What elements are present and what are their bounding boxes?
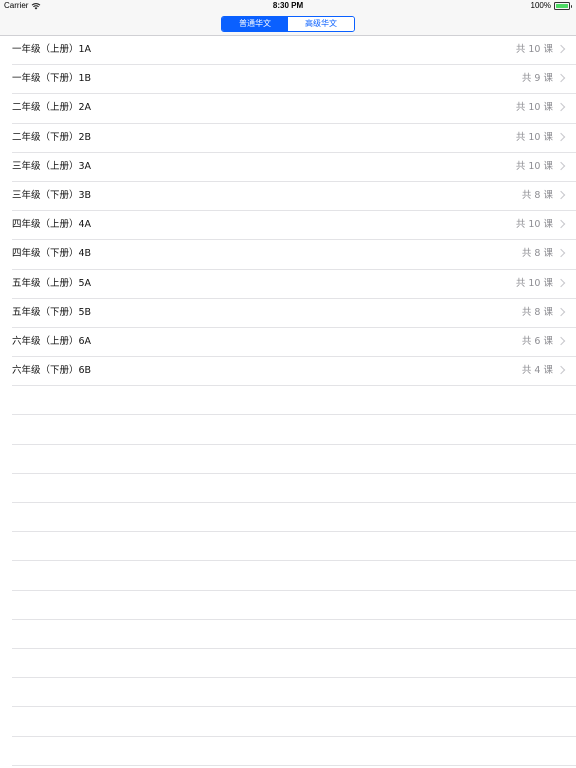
chevron-right-icon xyxy=(556,336,566,346)
lesson-list: 一年级（上册）1A 共 10 课一年级（下册）1B 共 9 课二年级（上册）2A 共 … xyxy=(0,36,576,766)
lesson-count: 共 10 课 xyxy=(515,44,553,55)
lesson-count: 共 10 课 xyxy=(515,102,553,114)
lesson-row[interactable]: 四年级（上册）4A 共 10 课 xyxy=(12,211,576,241)
chevron-right-icon xyxy=(556,132,566,141)
battery-tip xyxy=(570,4,572,8)
empty-row xyxy=(12,707,576,737)
empty-row xyxy=(12,386,576,416)
chevron-right-icon xyxy=(556,103,566,112)
lesson-count: 共 8 课 xyxy=(521,189,553,201)
empty-row xyxy=(12,503,576,533)
lesson-count: 共 8 课 xyxy=(521,248,553,260)
navigation-bar: 普通华文 高级华文 xyxy=(0,12,576,36)
lesson-row[interactable]: 二年级（下册）2B 共 10 课 xyxy=(12,124,576,153)
lesson-title: 二年级（下册）2B xyxy=(12,131,92,143)
empty-row xyxy=(12,561,576,591)
chevron-right-icon xyxy=(556,190,566,200)
lesson-row[interactable]: 三年级（下册）3B 共 8 课 xyxy=(12,182,576,212)
lesson-row[interactable]: 五年级（上册）5A 共 10 课 xyxy=(12,270,576,299)
lesson-title: 六年级（下册）6B xyxy=(12,365,92,377)
chevron-right-icon xyxy=(556,249,566,258)
lesson-count: 共 4 课 xyxy=(521,365,553,377)
chevron-right-icon xyxy=(556,278,566,287)
lesson-title: 五年级（上册）5A xyxy=(12,277,92,289)
lesson-count: 共 10 课 xyxy=(515,131,553,143)
chevron-right-icon xyxy=(556,365,566,375)
lesson-count: 共 9 课 xyxy=(521,73,553,85)
empty-row xyxy=(12,678,576,708)
lesson-title: 三年级（下册）3B xyxy=(12,189,92,201)
lesson-title: 一年级（上册）1A xyxy=(12,44,92,55)
empty-row xyxy=(12,737,576,766)
lesson-count: 共 8 课 xyxy=(521,306,553,318)
chevron-right-icon xyxy=(556,307,566,316)
lesson-count: 共 10 课 xyxy=(515,160,553,172)
empty-row xyxy=(12,445,576,474)
lesson-title: 五年级（下册）5B xyxy=(12,306,92,318)
lesson-row[interactable]: 三年级（上册）3A 共 10 课 xyxy=(12,153,576,182)
lesson-title: 二年级（上册）2A xyxy=(12,102,92,114)
status-time: 8:30 PM xyxy=(272,1,304,10)
lesson-count: 共 6 课 xyxy=(521,335,553,347)
lesson-row[interactable]: 一年级（上册）1A 共 10 课 xyxy=(12,36,576,66)
lesson-title: 六年级（上册）6A xyxy=(12,335,92,347)
segment-advanced-chinese[interactable]: 高级华文 xyxy=(288,17,354,31)
chevron-right-icon xyxy=(556,44,566,54)
empty-row xyxy=(12,415,576,445)
lesson-title: 四年级（下册）4B xyxy=(12,248,92,260)
lesson-row[interactable]: 五年级（下册）5B 共 8 课 xyxy=(12,299,576,328)
status-right: 100% xyxy=(531,0,572,12)
empty-row xyxy=(12,532,576,562)
empty-row xyxy=(12,649,576,679)
lesson-row[interactable]: 四年级（下册）4B 共 8 课 xyxy=(12,240,576,270)
segmented-control: 普通华文 高级华文 xyxy=(221,16,355,32)
chevron-right-icon xyxy=(556,161,566,170)
chevron-right-icon xyxy=(556,219,566,229)
lesson-row[interactable]: 二年级（上册）2A 共 10 课 xyxy=(12,94,576,124)
lesson-row[interactable]: 一年级（下册）1B 共 9 课 xyxy=(12,65,576,95)
status-bar: Carrier 8:30 PM 100% xyxy=(0,0,576,12)
battery-percent: 100% xyxy=(530,1,551,10)
empty-row xyxy=(12,474,576,503)
chevron-right-icon xyxy=(556,73,566,83)
empty-row xyxy=(12,591,576,620)
lesson-count: 共 10 课 xyxy=(515,277,553,289)
battery-icon xyxy=(554,2,570,10)
lesson-title: 三年级（上册）3A xyxy=(12,160,92,172)
lesson-count: 共 10 课 xyxy=(515,219,553,231)
lesson-title: 四年级（上册）4A xyxy=(12,219,92,231)
lesson-row[interactable]: 六年级（下册）6B 共 4 课 xyxy=(12,357,576,387)
lesson-row[interactable]: 六年级（上册）6A 共 6 课 xyxy=(12,328,576,358)
segment-standard-chinese[interactable]: 普通华文 xyxy=(222,17,288,31)
lesson-title: 一年级（下册）1B xyxy=(12,73,92,85)
empty-row xyxy=(12,620,576,649)
